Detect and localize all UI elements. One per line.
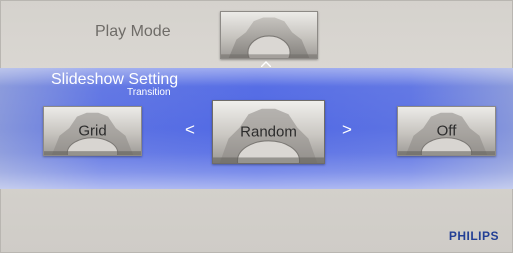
chevron-up-icon[interactable] (261, 61, 271, 67)
previous-option-arrow[interactable]: < (185, 121, 195, 138)
option-random[interactable]: Random (212, 100, 325, 164)
option-grid[interactable]: Grid (43, 106, 142, 156)
play-mode-title: Play Mode (95, 23, 171, 40)
option-label: Off (436, 122, 457, 140)
next-option-arrow[interactable]: > (342, 121, 352, 138)
gear-picture-icon (221, 12, 317, 58)
option-label: Random (240, 123, 297, 141)
play-mode-thumbnail[interactable] (220, 11, 318, 59)
transition-subtitle: Transition (127, 87, 171, 98)
option-label: Grid (78, 122, 107, 140)
option-off[interactable]: Off (397, 106, 496, 156)
philips-logo: PHILIPS (448, 229, 499, 243)
